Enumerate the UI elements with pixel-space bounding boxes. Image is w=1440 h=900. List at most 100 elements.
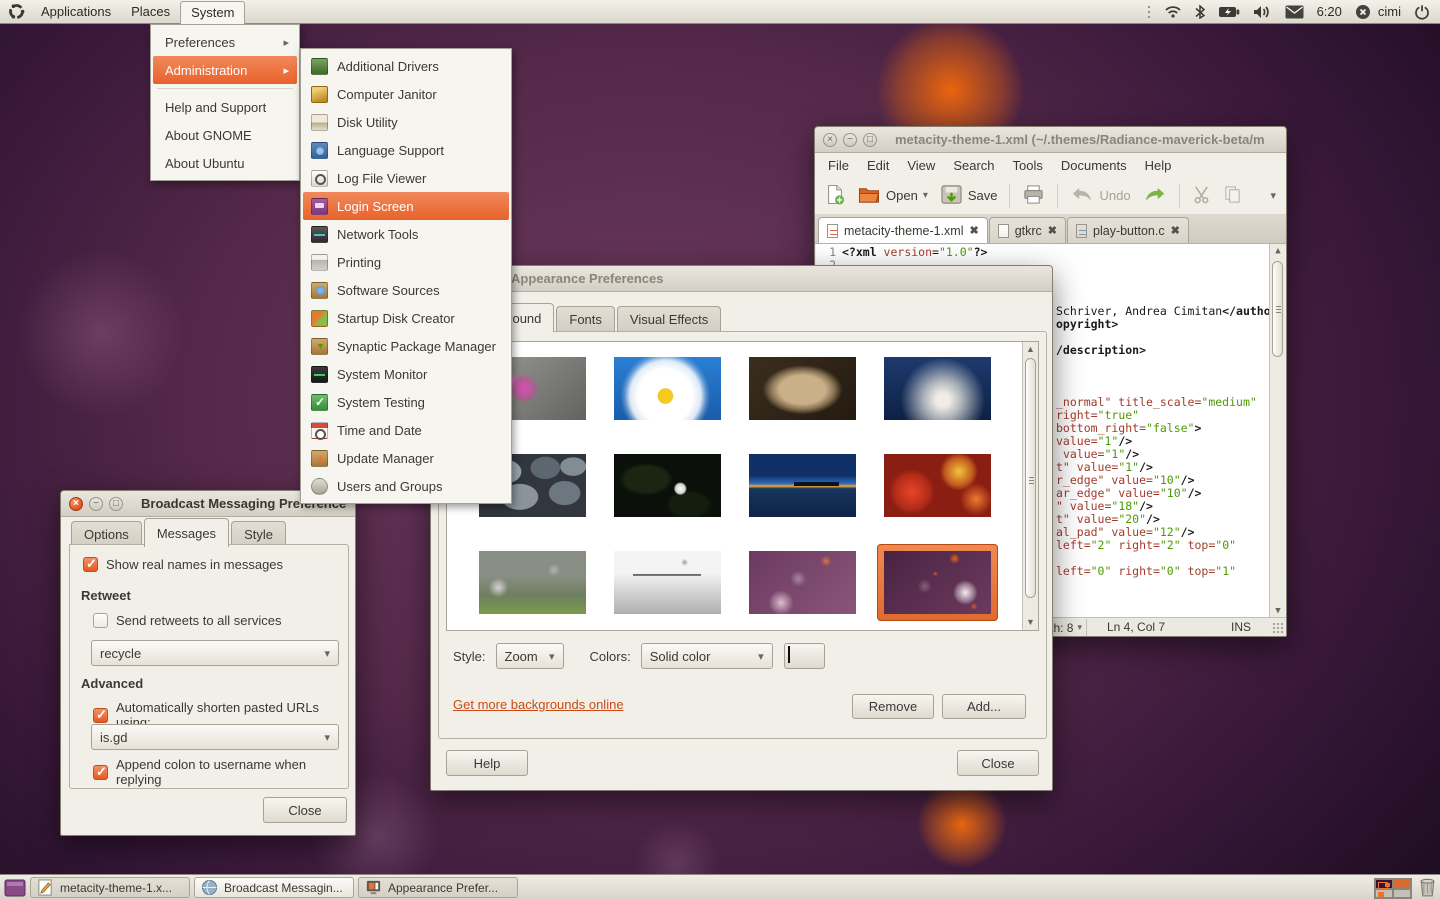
- menu-item-language-support[interactable]: Language Support: [303, 136, 509, 164]
- trash-icon[interactable]: [1419, 877, 1436, 900]
- maximize-icon[interactable]: □: [863, 133, 877, 147]
- tab-close-icon[interactable]: ✖: [1048, 224, 1057, 237]
- wallpaper-thumb-daisy[interactable]: [607, 350, 728, 427]
- url-service-combo[interactable]: is.gd ▾: [91, 724, 339, 750]
- help-button[interactable]: Help: [446, 750, 528, 776]
- close-button[interactable]: Close: [957, 750, 1039, 776]
- show-real-names-checkbox[interactable]: Show real names in messages: [83, 557, 283, 572]
- show-desktop-button[interactable]: [4, 879, 26, 897]
- taskbar-button-metacity-theme-1-x[interactable]: metacity-theme-1.x...: [30, 877, 190, 898]
- color-swatch-button[interactable]: [784, 643, 825, 669]
- send-retweets-checkbox[interactable]: Send retweets to all services: [93, 613, 281, 628]
- menu-item-startup-disk-creator[interactable]: Startup Disk Creator: [303, 304, 509, 332]
- toolbar-overflow-icon[interactable]: ▾: [1266, 185, 1280, 206]
- wallpaper-thumb-pier-dusk[interactable]: [742, 447, 863, 524]
- resize-grip[interactable]: [1273, 623, 1285, 635]
- close-icon[interactable]: ×: [823, 133, 837, 147]
- menu-tools[interactable]: Tools: [1004, 155, 1052, 176]
- colors-combo[interactable]: Solid color▾: [641, 643, 773, 669]
- wallpaper-thumb-sepia-leaf[interactable]: [742, 350, 863, 427]
- wifi-icon[interactable]: [1164, 5, 1182, 18]
- minimize-icon[interactable]: −: [89, 497, 103, 511]
- broadcast-tab-messages[interactable]: Messages: [144, 518, 229, 547]
- menu-file[interactable]: File: [819, 155, 858, 176]
- save-button[interactable]: Save: [936, 181, 1002, 211]
- menu-item-preferences[interactable]: Preferences▸: [153, 28, 297, 56]
- power-icon[interactable]: [1414, 4, 1430, 20]
- panel-grip[interactable]: [1147, 5, 1151, 19]
- menu-item-help-and-support[interactable]: Help and Support: [153, 93, 297, 121]
- menu-edit[interactable]: Edit: [858, 155, 898, 176]
- taskbar-button-broadcast-messagin[interactable]: Broadcast Messagin...: [194, 877, 354, 898]
- menu-item-network-tools[interactable]: Network Tools: [303, 220, 509, 248]
- open-button[interactable]: Open▾: [853, 181, 932, 211]
- checkbox-icon[interactable]: [93, 613, 108, 628]
- get-more-backgrounds-link[interactable]: Get more backgrounds online: [453, 697, 624, 712]
- menu-item-additional-drivers[interactable]: Additional Drivers: [303, 52, 509, 80]
- menu-item-users-and-groups[interactable]: Users and Groups: [303, 472, 509, 500]
- menu-item-software-sources[interactable]: Software Sources: [303, 276, 509, 304]
- menu-item-log-file-viewer[interactable]: Log File Viewer: [303, 164, 509, 192]
- menu-documents[interactable]: Documents: [1052, 155, 1136, 176]
- checkbox-icon[interactable]: [93, 708, 108, 723]
- scroll-up-icon[interactable]: ▲: [1023, 342, 1038, 357]
- scroll-up-icon[interactable]: ▲: [1270, 244, 1285, 259]
- minimize-icon[interactable]: −: [843, 133, 857, 147]
- maximize-icon[interactable]: □: [109, 497, 123, 511]
- appearance-tab-fonts[interactable]: Fonts: [556, 306, 615, 332]
- wallpaper-thumb-dandelion[interactable]: [877, 350, 998, 427]
- print-button[interactable]: [1018, 181, 1049, 211]
- new-document-button[interactable]: [821, 180, 849, 212]
- appearance-titlebar[interactable]: × − □ Appearance Preferences: [431, 266, 1052, 292]
- clock[interactable]: 6:20: [1317, 4, 1342, 19]
- applications-menu[interactable]: Applications: [31, 0, 121, 24]
- menu-item-time-and-date[interactable]: Time and Date: [303, 416, 509, 444]
- wallpaper-thumb-water-glass[interactable]: [607, 544, 728, 621]
- wallpaper-thumb-night-flower[interactable]: [607, 447, 728, 524]
- wallpaper-scrollbar[interactable]: ▲ ▼: [1022, 342, 1038, 630]
- menu-item-computer-janitor[interactable]: Computer Janitor: [303, 80, 509, 108]
- document-tab-metacity-theme-1-xml[interactable]: metacity-theme-1.xml✖: [818, 217, 988, 243]
- system-menu-button[interactable]: System: [180, 1, 245, 24]
- mail-icon[interactable]: [1285, 5, 1304, 19]
- style-combo[interactable]: Zoom▾: [496, 643, 564, 669]
- close-icon[interactable]: ×: [69, 497, 83, 511]
- checkbox-icon[interactable]: [83, 557, 98, 572]
- me-menu-icon[interactable]: [1355, 4, 1371, 20]
- menu-item-about-gnome[interactable]: About GNOME: [153, 121, 297, 149]
- tab-close-icon[interactable]: ✖: [1171, 224, 1180, 237]
- username[interactable]: cimi: [1378, 4, 1401, 19]
- undo-button[interactable]: Undo: [1066, 182, 1134, 210]
- appearance-tab-visual-effects[interactable]: Visual Effects: [617, 306, 721, 332]
- scrollbar-thumb[interactable]: [1272, 261, 1283, 357]
- places-menu[interactable]: Places: [121, 0, 180, 24]
- bluetooth-icon[interactable]: [1195, 4, 1205, 20]
- append-colon-checkbox[interactable]: Append colon to username when replying: [93, 757, 355, 787]
- document-tab-play-button-c[interactable]: play-button.c✖: [1067, 217, 1189, 243]
- menu-search[interactable]: Search: [944, 155, 1003, 176]
- menu-item-administration[interactable]: Administration▸: [153, 56, 297, 84]
- cut-button[interactable]: [1188, 182, 1215, 210]
- workspace-4[interactable]: [1393, 889, 1411, 899]
- workspace-3[interactable]: [1375, 889, 1393, 899]
- open-dropdown-icon[interactable]: ▾: [923, 190, 928, 201]
- scrollbar-thumb[interactable]: [1025, 358, 1036, 598]
- menu-view[interactable]: View: [898, 155, 944, 176]
- wallpaper-thumb-grass-bokeh[interactable]: [472, 544, 593, 621]
- gedit-vertical-scrollbar[interactable]: ▲ ▼: [1269, 244, 1285, 619]
- close-button[interactable]: Close: [263, 797, 347, 823]
- scroll-down-icon[interactable]: ▼: [1023, 615, 1038, 630]
- wallpaper-thumb-maverick-default[interactable]: [877, 544, 998, 621]
- battery-icon[interactable]: [1218, 6, 1240, 18]
- retweet-service-combo[interactable]: recycle ▾: [91, 640, 339, 666]
- tab-close-icon[interactable]: ✖: [969, 224, 978, 237]
- menu-help[interactable]: Help: [1136, 155, 1181, 176]
- copy-button[interactable]: [1219, 182, 1246, 210]
- document-tab-gtkrc[interactable]: gtkrc✖: [989, 217, 1066, 243]
- menu-item-synaptic-package-manager[interactable]: Synaptic Package Manager: [303, 332, 509, 360]
- wallpaper-thumb-orange-blur[interactable]: [877, 447, 998, 524]
- remove-button[interactable]: Remove: [852, 694, 934, 719]
- add-button[interactable]: Add...: [942, 694, 1026, 719]
- checkbox-icon[interactable]: [93, 765, 108, 780]
- volume-icon[interactable]: [1253, 5, 1272, 19]
